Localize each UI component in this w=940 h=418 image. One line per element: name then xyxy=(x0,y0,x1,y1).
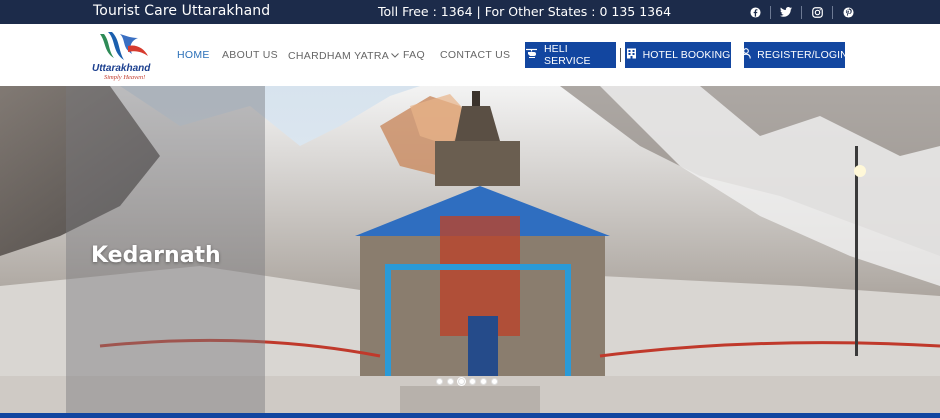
slider-dot[interactable] xyxy=(491,378,498,385)
instagram-icon[interactable] xyxy=(802,0,832,24)
slide-title: Kedarnath xyxy=(91,243,221,268)
slider-dot[interactable] xyxy=(447,378,454,385)
slider-dot[interactable] xyxy=(436,378,443,385)
hotel-booking-label: HOTEL BOOKING xyxy=(642,49,731,61)
helicopter-icon xyxy=(525,48,538,62)
logo-mark-icon xyxy=(100,32,148,60)
user-icon xyxy=(741,48,751,62)
site-name: Tourist Care Uttarakhand xyxy=(93,3,271,19)
hotel-icon xyxy=(626,48,637,62)
heli-service-button[interactable]: HELI SERVICE xyxy=(525,42,616,68)
tollfree-info: Toll Free : 1364 | For Other States : 0 … xyxy=(378,4,672,19)
top-bar: Tourist Care Uttarakhand Toll Free : 136… xyxy=(0,0,940,24)
logo-tagline: Simply Heaven! xyxy=(104,74,146,81)
nav-home[interactable]: HOME xyxy=(177,49,210,61)
slider-dots xyxy=(436,378,498,385)
nav-chardham-yatra[interactable]: CHARDHAM YATRA xyxy=(288,49,399,62)
nav-chardham-yatra-label: CHARDHAM YATRA xyxy=(288,50,390,62)
chevron-down-icon xyxy=(391,49,399,61)
twitter-icon[interactable] xyxy=(771,0,801,24)
bottom-strip xyxy=(0,413,940,418)
social-links xyxy=(740,0,863,24)
nav-contact-us[interactable]: CONTACT US xyxy=(440,49,510,61)
hotel-booking-button[interactable]: HOTEL BOOKING xyxy=(625,42,731,68)
main-navbar: Uttarakhand Simply Heaven! HOME ABOUT US… xyxy=(0,24,940,86)
slider-dot[interactable] xyxy=(458,378,465,385)
register-login-label: REGISTER/LOGIN xyxy=(757,49,848,61)
slider-dot[interactable] xyxy=(480,378,487,385)
nav-faq[interactable]: FAQ xyxy=(403,49,425,61)
register-login-button[interactable]: REGISTER/LOGIN xyxy=(741,42,848,68)
heli-service-label: HELI SERVICE xyxy=(544,43,591,67)
pinterest-icon[interactable] xyxy=(833,0,863,24)
slider-dot[interactable] xyxy=(469,378,476,385)
site-logo[interactable]: Uttarakhand Simply Heaven! xyxy=(92,30,156,82)
nav-about-us[interactable]: ABOUT US xyxy=(222,49,278,61)
hero-slider: Kedarnath xyxy=(0,86,940,418)
logo-name: Uttarakhand xyxy=(92,63,151,74)
facebook-icon[interactable] xyxy=(740,0,770,24)
button-divider xyxy=(620,48,621,62)
